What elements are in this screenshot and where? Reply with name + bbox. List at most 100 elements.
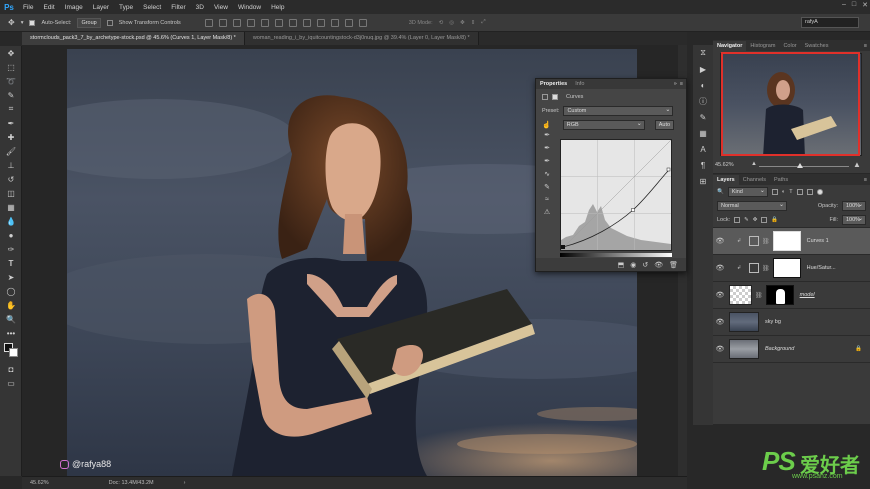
visibility-icon[interactable]: 👁 — [654, 261, 663, 269]
filter-pixel-icon[interactable] — [771, 189, 778, 195]
zoom-in-icon[interactable]: ▲ — [853, 160, 861, 169]
tab-document[interactable]: woman_reading_i_by_iquitcountingstock-d3… — [244, 32, 479, 45]
layer-row[interactable]: 👁 sky bg — [713, 309, 870, 336]
lock-all-icon[interactable]: 🔒 — [771, 217, 778, 223]
tab-navigator[interactable]: Navigator — [713, 40, 747, 51]
distribute-top-icon[interactable] — [288, 18, 297, 27]
auto-select-dropdown[interactable]: Group — [77, 17, 101, 28]
distribute-bottom-icon[interactable] — [316, 18, 325, 27]
layers-menu-icon[interactable]: ≡ — [864, 177, 870, 183]
navigator-zoom-slider[interactable] — [759, 163, 849, 168]
align-center-icon[interactable] — [260, 18, 269, 27]
lock-transparent-icon[interactable] — [734, 217, 741, 223]
type-tool-icon[interactable]: T — [0, 256, 22, 270]
tab-info[interactable]: Info — [571, 80, 588, 88]
layer-name[interactable]: Hue/Satur... — [807, 265, 836, 271]
3d-rotate-icon[interactable]: ⟲ — [439, 20, 444, 26]
align-middle-icon[interactable] — [218, 18, 227, 27]
smooth-icon[interactable]: ≈ — [545, 196, 549, 203]
align-bottom-icon[interactable] — [232, 18, 241, 27]
3d-roll-icon[interactable]: ◎ — [449, 20, 454, 26]
tab-channels[interactable]: Channels — [739, 175, 770, 185]
lock-pixels-icon[interactable]: ✎ — [744, 217, 749, 223]
minimize-icon[interactable]: – — [842, 1, 846, 9]
3d-scale-icon[interactable]: ⤢ — [481, 19, 485, 26]
fill-field[interactable]: 100% — [842, 215, 866, 225]
menu-help[interactable]: Help — [266, 4, 289, 11]
target-adjust-icon[interactable]: ☝ — [542, 121, 551, 129]
panel-menu-icon[interactable]: ≡ — [680, 81, 686, 87]
layer-name[interactable]: sky bg — [765, 319, 781, 325]
paragraph-icon[interactable]: ¶ — [693, 157, 713, 173]
marquee-tool-icon[interactable]: ⬚ — [0, 60, 22, 74]
channel-dropdown[interactable]: RGB — [562, 120, 645, 130]
layer-thumbnail[interactable] — [729, 285, 752, 305]
menu-3d[interactable]: 3D — [191, 4, 209, 11]
mask-icon[interactable] — [552, 94, 558, 100]
dodge-tool-icon[interactable]: ● — [0, 228, 22, 242]
menu-layer[interactable]: Layer — [88, 4, 114, 11]
align-right-icon[interactable] — [274, 18, 283, 27]
brushes-icon[interactable]: ✎ — [693, 109, 713, 125]
layer-row[interactable]: 👁 ↲ ⛓ Hue/Satur... — [713, 255, 870, 282]
menu-image[interactable]: Image — [60, 4, 88, 11]
tab-histogram[interactable]: Histogram — [746, 41, 779, 51]
blend-mode-dropdown[interactable]: Normal — [717, 201, 787, 211]
zoom-out-icon[interactable]: ▲ — [751, 161, 757, 167]
lock-position-icon[interactable]: ✥ — [753, 217, 758, 223]
clipping-warning-icon[interactable]: ⚠ — [544, 208, 550, 216]
layer-name[interactable]: model — [800, 292, 815, 298]
link-chain-icon[interactable]: ⛓ — [755, 292, 763, 299]
gradient-tool-icon[interactable]: ▦ — [0, 200, 22, 214]
navigator-zoom[interactable]: 45.62% — [715, 162, 734, 168]
quick-select-tool-icon[interactable]: ✎ — [0, 88, 22, 102]
screen-mode-icon[interactable]: ▭ — [0, 376, 22, 390]
healing-tool-icon[interactable]: ✚ — [0, 130, 22, 144]
eraser-tool-icon[interactable]: ◫ — [0, 186, 22, 200]
info-icon[interactable]: ⓘ — [693, 93, 713, 109]
tool-preset-dropdown[interactable]: ▾ — [21, 20, 24, 26]
delete-icon[interactable]: 🗑 — [669, 261, 678, 269]
blur-tool-icon[interactable]: 💧 — [0, 214, 22, 228]
menu-edit[interactable]: Edit — [38, 4, 59, 11]
layer-mask-thumbnail[interactable] — [772, 258, 801, 278]
status-arrow-icon[interactable]: › — [184, 480, 186, 486]
maximize-icon[interactable]: □ — [852, 1, 856, 9]
brush-tool-icon[interactable]: 🖌 — [0, 144, 22, 158]
link-chain-icon[interactable]: ⛓ — [762, 238, 770, 245]
eyedropper-tool-icon[interactable]: ✒ — [0, 116, 22, 130]
auto-button[interactable]: Auto — [654, 120, 675, 130]
lock-artboard-icon[interactable] — [761, 217, 768, 223]
menu-select[interactable]: Select — [138, 4, 166, 11]
path-select-tool-icon[interactable]: ➤ — [0, 270, 22, 284]
visibility-eye-icon[interactable]: 👁 — [713, 318, 727, 326]
visibility-eye-icon[interactable]: 👁 — [713, 237, 727, 245]
filter-adjustment-icon[interactable]: ◐ — [782, 189, 785, 195]
distribute-middle-icon[interactable] — [302, 18, 311, 27]
align-left-icon[interactable] — [246, 18, 255, 27]
status-doc-info[interactable]: Doc: 13.4M/43.2M — [109, 480, 154, 486]
pencil-icon[interactable]: ✎ — [544, 183, 550, 191]
menu-window[interactable]: Window — [233, 4, 266, 11]
visibility-eye-icon[interactable]: 👁 — [713, 291, 727, 299]
auto-select-checkbox[interactable] — [29, 19, 36, 26]
view-area-indicator[interactable] — [721, 52, 860, 156]
swatches-icon[interactable]: ▦ — [693, 125, 713, 141]
align-top-icon[interactable] — [204, 18, 213, 27]
adjustments-icon[interactable]: ◐ — [693, 77, 713, 93]
preset-dropdown[interactable]: Custom — [563, 106, 674, 116]
reset-icon[interactable]: ↺ — [642, 261, 648, 269]
shape-tool-icon[interactable]: ◯ — [0, 284, 22, 298]
filter-toggle-icon[interactable] — [816, 189, 823, 195]
quick-mask-icon[interactable]: ◘ — [0, 362, 22, 376]
tab-paths[interactable]: Paths — [770, 175, 792, 185]
menu-view[interactable]: View — [209, 4, 233, 11]
visibility-eye-icon[interactable]: 👁 — [713, 345, 727, 353]
move-tool-icon[interactable]: ✥ — [0, 46, 22, 60]
menu-filter[interactable]: Filter — [166, 4, 190, 11]
crop-tool-icon[interactable]: ⌗ — [0, 102, 22, 116]
history-brush-tool-icon[interactable]: ↺ — [0, 172, 22, 186]
layer-mask-thumbnail[interactable] — [772, 231, 801, 251]
3d-slide-icon[interactable]: ⇕ — [471, 20, 476, 26]
link-chain-icon[interactable]: ⛓ — [762, 265, 770, 272]
